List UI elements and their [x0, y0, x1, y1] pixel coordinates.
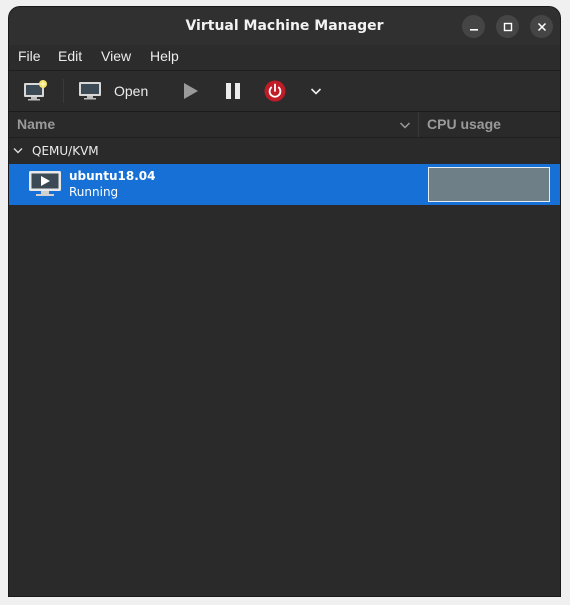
play-icon: [184, 83, 198, 99]
open-button[interactable]: Open: [77, 77, 157, 105]
chevron-down-icon: [310, 88, 322, 95]
maximize-button[interactable]: [496, 15, 519, 38]
power-icon: [264, 80, 286, 102]
menu-file[interactable]: File: [18, 48, 41, 64]
shutdown-button[interactable]: [263, 79, 287, 103]
vm-row[interactable]: ubuntu18.04 Running: [9, 164, 560, 205]
run-button[interactable]: [177, 79, 203, 103]
pause-icon: [226, 83, 240, 99]
connection-row[interactable]: QEMU/KVM: [9, 138, 560, 163]
menu-edit[interactable]: Edit: [58, 48, 82, 64]
column-cpu-usage[interactable]: CPU usage: [427, 116, 501, 132]
vm-display-icon: [29, 171, 61, 196]
new-vm-button[interactable]: [20, 78, 50, 104]
minimize-button[interactable]: [462, 15, 485, 38]
toolbar-separator: [63, 79, 64, 103]
toolbar: Open: [9, 71, 560, 112]
shutdown-menu-button[interactable]: [306, 83, 326, 99]
main-window: Virtual Machine Manager File Edit View H…: [9, 7, 560, 596]
menu-view[interactable]: View: [101, 48, 131, 64]
vm-name: ubuntu18.04: [69, 169, 156, 183]
menu-help[interactable]: Help: [150, 48, 179, 64]
maximize-icon: [503, 22, 512, 31]
sort-chevron-down-icon[interactable]: [399, 121, 411, 130]
vm-status: Running: [69, 185, 119, 199]
minimize-icon: [469, 28, 478, 31]
column-divider[interactable]: [418, 112, 419, 137]
menu-bar: File Edit View Help: [9, 45, 560, 71]
monitor-icon: [79, 82, 101, 100]
close-icon: [537, 22, 546, 31]
title-bar[interactable]: Virtual Machine Manager: [9, 7, 560, 45]
close-button[interactable]: [530, 15, 553, 38]
cpu-usage-graph: [428, 167, 550, 202]
open-button-label: Open: [114, 83, 149, 99]
new-vm-icon: [24, 80, 47, 101]
column-name[interactable]: Name: [17, 116, 55, 132]
expander-chevron-down-icon[interactable]: [13, 147, 23, 155]
connection-name: QEMU/KVM: [32, 144, 99, 158]
pause-button[interactable]: [221, 79, 245, 103]
column-header: Name CPU usage: [9, 112, 560, 138]
